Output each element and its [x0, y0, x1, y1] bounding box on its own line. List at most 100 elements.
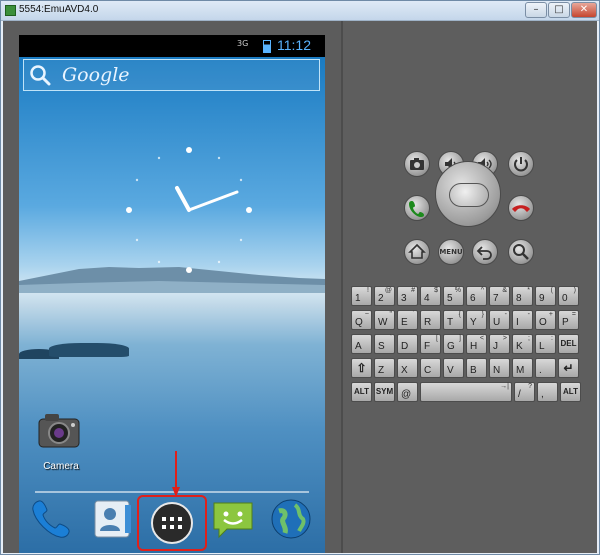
key-label: B [470, 365, 477, 376]
power-button[interactable] [508, 151, 534, 177]
key-alt-label: ( [550, 287, 553, 294]
key-0[interactable]: 0) [558, 286, 579, 306]
key-w[interactable]: W " [374, 310, 395, 330]
key-e[interactable]: E ´ [397, 310, 418, 330]
space-key[interactable]: →| [420, 382, 512, 402]
key-c[interactable]: C [420, 358, 441, 378]
title-bar[interactable]: 5554:EmuAVD4.0 – □ ✕ [1, 1, 599, 21]
dock-messaging[interactable] [211, 497, 255, 541]
key-n[interactable]: N [489, 358, 510, 378]
key-f[interactable]: F[ [420, 334, 441, 354]
shift-key[interactable]: ⇧ [351, 358, 372, 378]
call-button[interactable] [404, 195, 430, 221]
key-i[interactable]: I- [512, 310, 533, 330]
key-p[interactable]: P = [558, 310, 579, 330]
enter-key[interactable]: ↵ [558, 358, 579, 378]
key-t[interactable]: T{ [443, 310, 464, 330]
dpad[interactable] [435, 161, 501, 227]
key-5[interactable]: 5% [443, 286, 464, 306]
dock-browser[interactable] [269, 497, 313, 541]
key-label: 4 [424, 293, 430, 304]
key-j[interactable]: J > [489, 334, 510, 354]
sym-key[interactable]: SYM [374, 382, 395, 402]
camera-app-shortcut[interactable]: Camera [33, 411, 89, 475]
key-label: D [401, 341, 409, 352]
key-period[interactable]: . [535, 358, 556, 378]
key-label: DEL [560, 339, 577, 348]
power-icon [514, 157, 528, 172]
emulator-window: 5554:EmuAVD4.0 – □ ✕ 3G 11:12 Google Cam… [0, 0, 600, 555]
camera-hw-button[interactable] [404, 151, 430, 177]
analog-clock-widget[interactable] [119, 140, 259, 280]
phone-screen[interactable]: 3G 11:12 Google Camera [19, 35, 325, 553]
maximize-button[interactable]: □ [548, 2, 570, 18]
key-a[interactable]: A [351, 334, 372, 354]
key-alt-label: ~ [364, 311, 369, 318]
dpad-center-button[interactable] [449, 183, 489, 207]
key-z[interactable]: Z [374, 358, 395, 378]
close-button[interactable]: ✕ [571, 2, 597, 18]
key-alt-label: ! [367, 287, 369, 294]
key-label: H [470, 341, 478, 352]
key-q[interactable]: Q ~ [351, 310, 372, 330]
key-label: O [539, 317, 547, 328]
dock-contacts[interactable] [91, 497, 135, 541]
key-v[interactable]: V [443, 358, 464, 378]
back-button[interactable] [472, 239, 498, 265]
key-alt-label: ` [389, 335, 392, 342]
minimize-button[interactable]: – [525, 2, 547, 18]
key-k[interactable]: K; [512, 334, 533, 354]
key-label: SYM [375, 387, 394, 396]
key-comma[interactable]: , [537, 382, 558, 402]
annotation-arrow [172, 451, 180, 497]
dock-phone[interactable] [29, 497, 73, 541]
dock-app-launcher[interactable] [137, 495, 207, 551]
home-button[interactable] [404, 239, 430, 265]
key-label: , [541, 389, 544, 400]
search-hw-button[interactable] [508, 239, 534, 265]
key-2[interactable]: 2 @ [374, 286, 395, 306]
key-y[interactable]: Y} [466, 310, 487, 330]
alt-key-right[interactable]: ALT [560, 382, 581, 402]
phone-icon [32, 500, 70, 538]
key-label: ALT [563, 387, 578, 396]
key-u[interactable]: U- [489, 310, 510, 330]
status-bar[interactable]: 3G 11:12 [19, 35, 325, 57]
key-1[interactable]: 1! [351, 286, 372, 306]
key-r[interactable]: R [420, 310, 441, 330]
key-slash[interactable]: /? [514, 382, 535, 402]
key-label: R [424, 317, 432, 328]
key-7[interactable]: 7 & [489, 286, 510, 306]
key-label: E [401, 317, 408, 328]
home-icon [408, 243, 426, 259]
key-label: T [447, 317, 454, 328]
key-m[interactable]: M [512, 358, 533, 378]
key-6[interactable]: 6 ^ [466, 286, 487, 306]
key-label: ↵ [563, 361, 574, 375]
key-alt-label: * [527, 287, 530, 294]
key-label: G [447, 341, 455, 352]
delete-key[interactable]: DEL [558, 334, 579, 354]
end-call-button[interactable] [508, 195, 534, 221]
key-label: ALT [354, 387, 369, 396]
key-4[interactable]: 4 $ [420, 286, 441, 306]
key-o[interactable]: O + [535, 310, 556, 330]
key-g[interactable]: G] [443, 334, 464, 354]
key-d[interactable]: D [397, 334, 418, 354]
key-l[interactable]: L: [535, 334, 556, 354]
key-3[interactable]: 3 # [397, 286, 418, 306]
google-search-widget[interactable]: Google [23, 59, 320, 91]
key-9[interactable]: 9( [535, 286, 556, 306]
menu-button[interactable]: MENU [438, 239, 464, 265]
key-at[interactable]: @ [397, 382, 418, 402]
key-label: X [401, 365, 408, 376]
key-label: . [539, 365, 542, 376]
key-8[interactable]: 8 * [512, 286, 533, 306]
key-alt-label: ) [573, 287, 576, 294]
alt-key-left[interactable]: ALT [351, 382, 372, 402]
key-x[interactable]: X [397, 358, 418, 378]
key-b[interactable]: B [466, 358, 487, 378]
key-label: 9 [539, 293, 545, 304]
key-s[interactable]: S ` [374, 334, 395, 354]
key-h[interactable]: H < [466, 334, 487, 354]
